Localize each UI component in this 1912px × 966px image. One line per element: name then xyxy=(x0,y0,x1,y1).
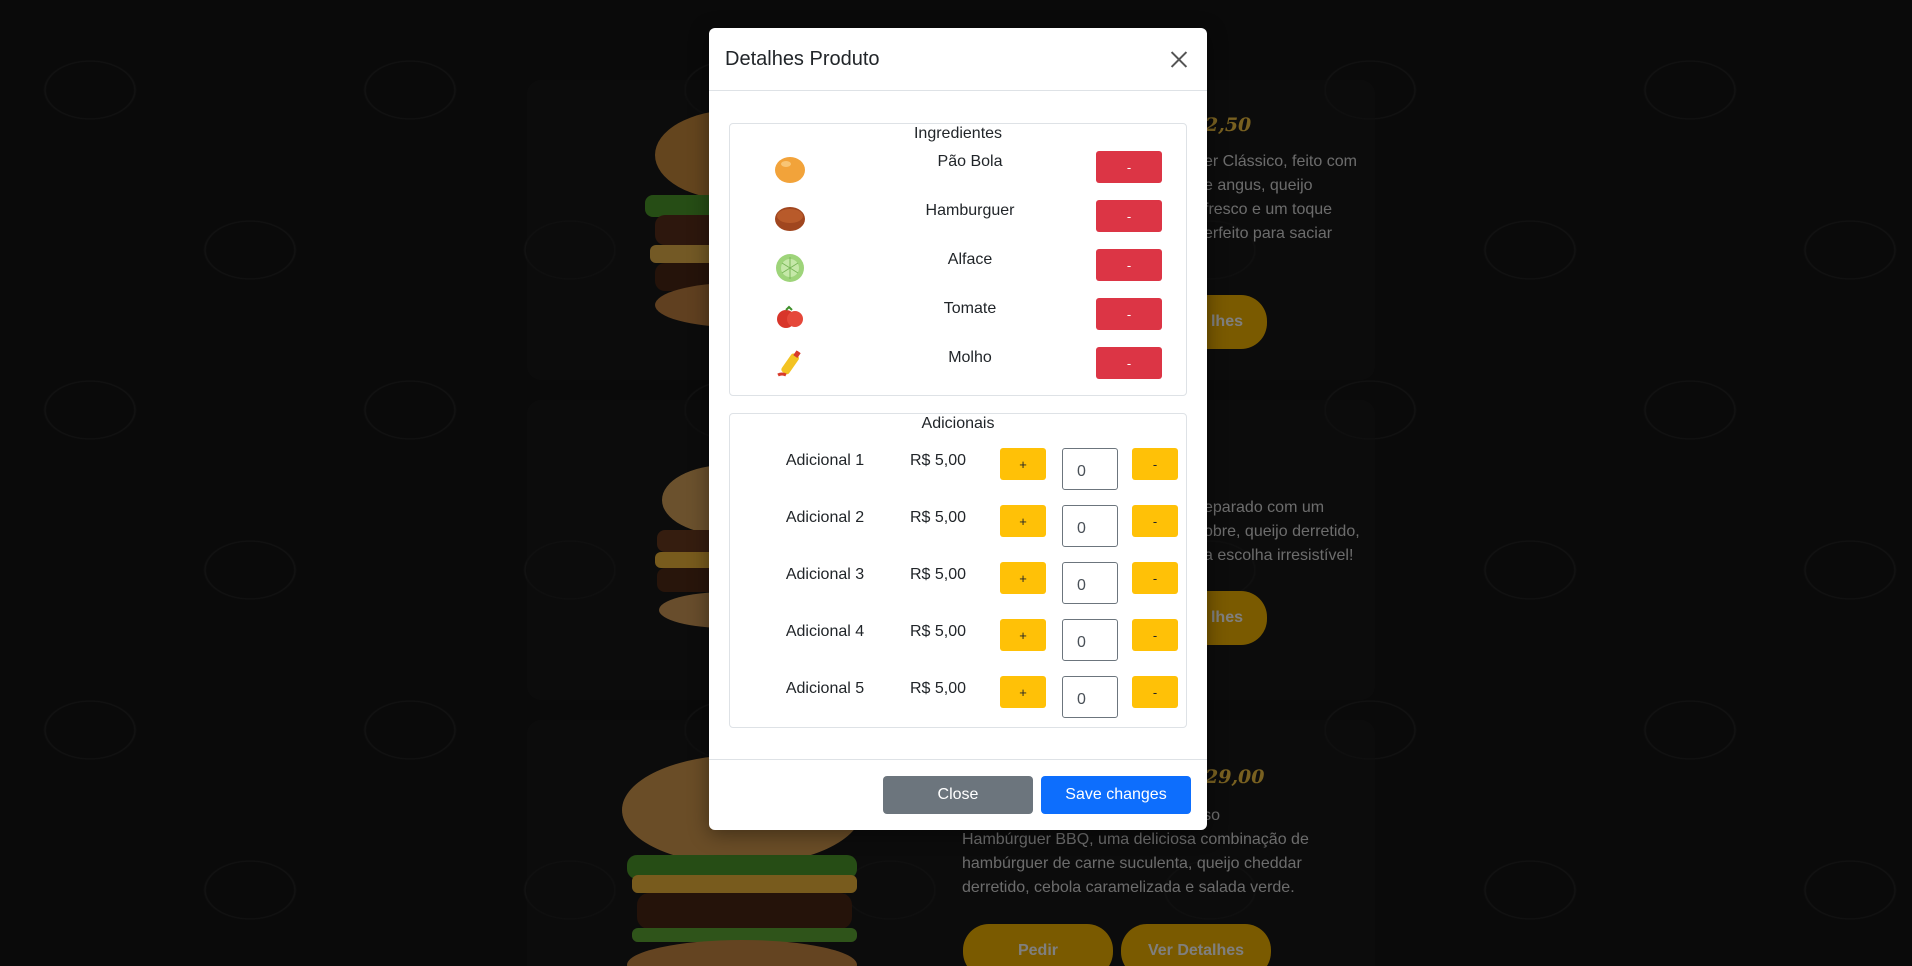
ingredient-row: Molho - xyxy=(730,347,1186,381)
ingredient-name: Hamburguer xyxy=(925,202,1015,219)
increase-quantity-button[interactable]: + xyxy=(1000,505,1046,537)
ingredients-title: Ingredientes xyxy=(913,125,1003,142)
ingredient-name: Pão Bola xyxy=(937,153,1003,170)
tomato-icon xyxy=(777,305,803,328)
increase-quantity-button[interactable]: + xyxy=(1000,562,1046,594)
additional-row: Adicional 1 R$ 5,00 + - xyxy=(730,448,1186,494)
quantity-input[interactable] xyxy=(1062,505,1118,547)
ingredient-name: Tomate xyxy=(943,300,997,317)
increase-quantity-button[interactable]: + xyxy=(1000,676,1046,708)
additional-price: R$ 5,00 xyxy=(910,566,967,583)
additional-name: Adicional 3 xyxy=(785,566,865,583)
remove-ingredient-button[interactable]: - xyxy=(1096,200,1162,232)
modal-footer: Close Save changes xyxy=(709,759,1207,830)
close-button[interactable]: Close xyxy=(883,776,1033,814)
additionals-section: Adicionais Adicional 1 R$ 5,00 + - Adici… xyxy=(729,413,1187,728)
sauce-bottle-icon xyxy=(777,350,801,377)
additional-row: Adicional 5 R$ 5,00 + - xyxy=(730,676,1186,722)
additional-price: R$ 5,00 xyxy=(910,680,967,697)
additional-price: R$ 5,00 xyxy=(910,509,967,526)
lettuce-icon xyxy=(776,254,804,282)
ingredient-row: Tomate - xyxy=(730,298,1186,332)
bread-bun-icon xyxy=(775,157,805,183)
modal-title: Detalhes Produto xyxy=(725,47,880,70)
decrease-quantity-button[interactable]: - xyxy=(1132,505,1178,537)
additionals-title: Adicionais xyxy=(921,415,995,432)
remove-ingredient-button[interactable]: - xyxy=(1096,298,1162,330)
additional-name: Adicional 5 xyxy=(785,680,865,697)
additional-price: R$ 5,00 xyxy=(910,452,967,469)
ingredient-row: Pão Bola - xyxy=(730,151,1186,185)
patty-icon xyxy=(775,207,805,231)
decrease-quantity-button[interactable]: - xyxy=(1132,562,1178,594)
additional-row: Adicional 2 R$ 5,00 + - xyxy=(730,505,1186,551)
additional-name: Adicional 1 xyxy=(785,452,865,469)
quantity-input[interactable] xyxy=(1062,676,1118,718)
additional-name: Adicional 4 xyxy=(785,623,865,640)
remove-ingredient-button[interactable]: - xyxy=(1096,151,1162,183)
additional-name: Adicional 2 xyxy=(785,509,865,526)
quantity-input[interactable] xyxy=(1062,619,1118,661)
ingredients-section: Ingredientes Pão Bola - Hamburguer - Alf… xyxy=(729,123,1187,396)
ingredient-name: Alface xyxy=(947,251,993,268)
decrease-quantity-button[interactable]: - xyxy=(1132,448,1178,480)
additional-price: R$ 5,00 xyxy=(910,623,967,640)
decrease-quantity-button[interactable]: - xyxy=(1132,676,1178,708)
quantity-input[interactable] xyxy=(1062,562,1118,604)
ingredient-row: Hamburguer - xyxy=(730,200,1186,234)
save-changes-button[interactable]: Save changes xyxy=(1041,776,1191,814)
product-details-modal: Detalhes Produto Ingredientes Pão Bola -… xyxy=(709,28,1207,830)
remove-ingredient-button[interactable]: - xyxy=(1096,249,1162,281)
additional-row: Adicional 3 R$ 5,00 + - xyxy=(730,562,1186,608)
decrease-quantity-button[interactable]: - xyxy=(1132,619,1178,651)
increase-quantity-button[interactable]: + xyxy=(1000,619,1046,651)
additional-row: Adicional 4 R$ 5,00 + - xyxy=(730,619,1186,665)
ingredient-name: Molho xyxy=(948,349,992,366)
remove-ingredient-button[interactable]: - xyxy=(1096,347,1162,379)
quantity-input[interactable] xyxy=(1062,448,1118,490)
ingredient-row: Alface - xyxy=(730,249,1186,283)
modal-header: Detalhes Produto xyxy=(709,28,1207,91)
close-icon[interactable] xyxy=(1167,47,1191,71)
increase-quantity-button[interactable]: + xyxy=(1000,448,1046,480)
